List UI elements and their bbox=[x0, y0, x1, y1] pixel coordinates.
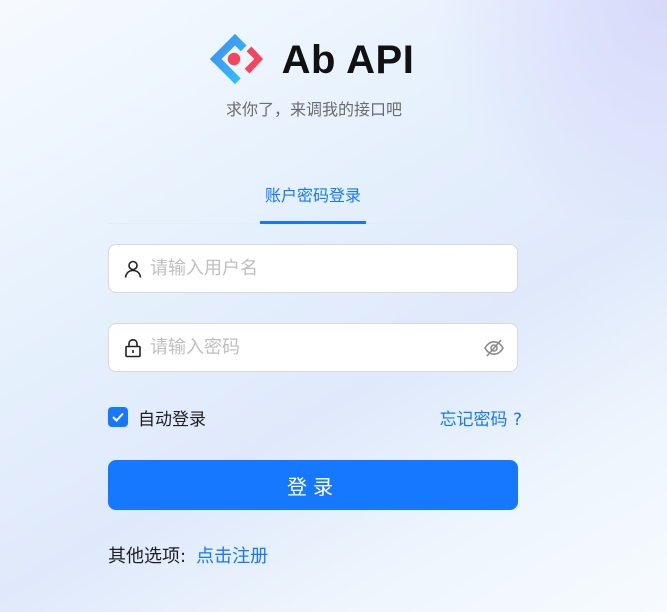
other-options: 其他选项: 点击注册 bbox=[108, 542, 268, 568]
app-subtitle: 求你了，来调我的接口吧 bbox=[225, 100, 402, 119]
login-button[interactable]: 登录 bbox=[108, 460, 518, 510]
auto-login-checkbox[interactable]: 自动登录 bbox=[108, 405, 206, 430]
username-input[interactable] bbox=[150, 258, 505, 279]
login-options: 自动登录 忘记密码 ? bbox=[108, 404, 522, 430]
auto-login-label: 自动登录 bbox=[138, 409, 206, 430]
login-tabs: 账户密码登录 bbox=[108, 180, 518, 224]
password-input[interactable] bbox=[150, 337, 483, 358]
app-title: Ab API bbox=[281, 37, 415, 82]
lock-icon bbox=[123, 338, 143, 358]
title-row: Ab API bbox=[206, 28, 415, 92]
password-field[interactable] bbox=[108, 323, 518, 372]
username-field[interactable] bbox=[108, 244, 518, 293]
tab-account-password[interactable]: 账户密码登录 bbox=[260, 184, 366, 224]
other-options-label: 其他选项: bbox=[108, 546, 187, 567]
login-header: Ab API 求你了，来调我的接口吧 bbox=[0, 28, 620, 120]
forgot-password-link[interactable]: 忘记密码 ? bbox=[440, 405, 522, 430]
eye-invisible-icon[interactable] bbox=[483, 337, 505, 359]
check-icon[interactable] bbox=[108, 407, 128, 427]
register-link[interactable]: 点击注册 bbox=[196, 542, 268, 568]
app-logo-icon bbox=[209, 33, 263, 85]
user-icon bbox=[123, 259, 143, 279]
